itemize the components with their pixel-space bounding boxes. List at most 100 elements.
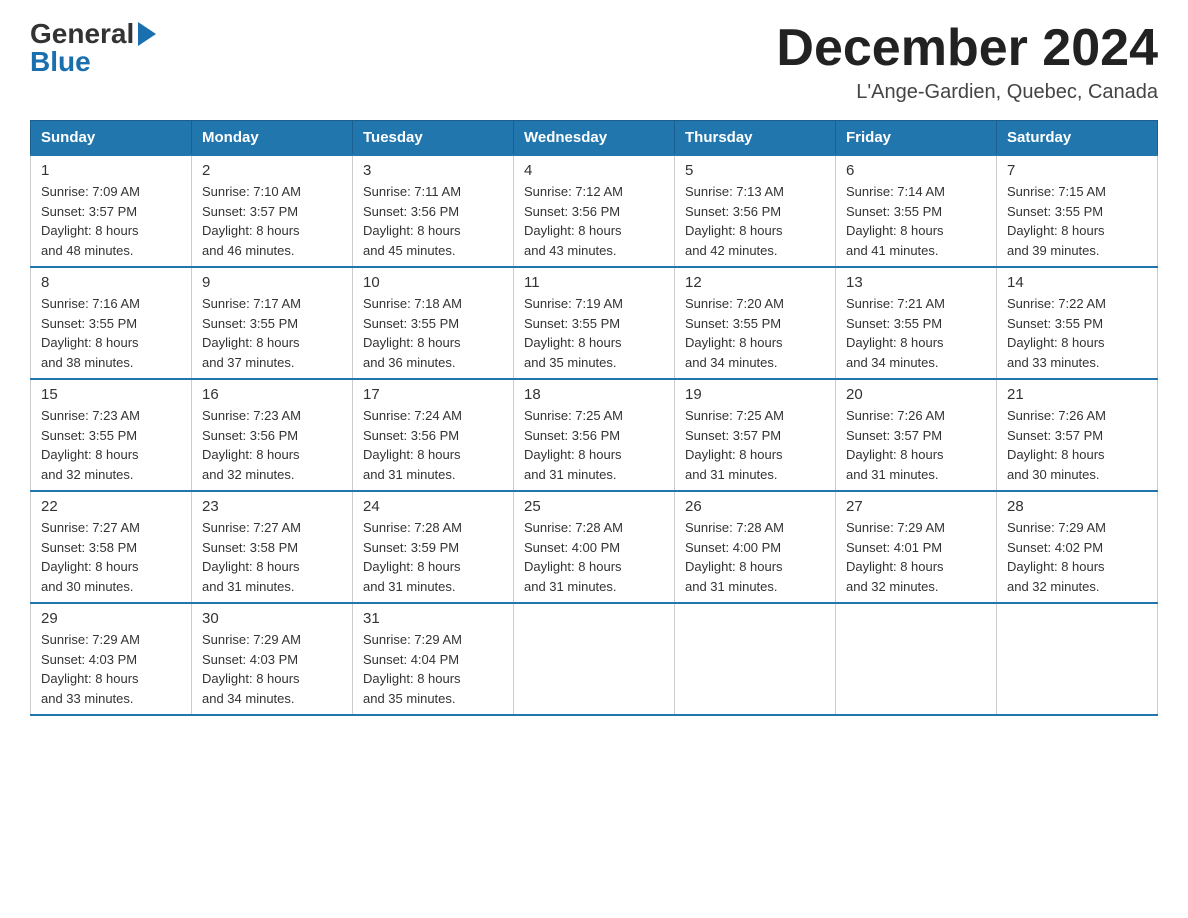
calendar-cell: 14 Sunrise: 7:22 AM Sunset: 3:55 PM Dayl… — [997, 267, 1158, 379]
calendar-week-3: 15 Sunrise: 7:23 AM Sunset: 3:55 PM Dayl… — [31, 379, 1158, 491]
logo-arrow-icon — [138, 22, 156, 46]
calendar-cell: 18 Sunrise: 7:25 AM Sunset: 3:56 PM Dayl… — [514, 379, 675, 491]
day-number: 21 — [1007, 386, 1147, 403]
day-number: 22 — [41, 498, 181, 515]
calendar-cell: 28 Sunrise: 7:29 AM Sunset: 4:02 PM Dayl… — [997, 491, 1158, 603]
day-number: 6 — [846, 162, 986, 179]
day-info: Sunrise: 7:26 AM Sunset: 3:57 PM Dayligh… — [1007, 406, 1147, 484]
calendar-cell: 8 Sunrise: 7:16 AM Sunset: 3:55 PM Dayli… — [31, 267, 192, 379]
calendar-cell: 23 Sunrise: 7:27 AM Sunset: 3:58 PM Dayl… — [192, 491, 353, 603]
day-info: Sunrise: 7:29 AM Sunset: 4:02 PM Dayligh… — [1007, 518, 1147, 596]
calendar-header-row: SundayMondayTuesdayWednesdayThursdayFrid… — [31, 121, 1158, 156]
calendar-cell: 16 Sunrise: 7:23 AM Sunset: 3:56 PM Dayl… — [192, 379, 353, 491]
calendar-cell: 24 Sunrise: 7:28 AM Sunset: 3:59 PM Dayl… — [353, 491, 514, 603]
day-number: 20 — [846, 386, 986, 403]
day-info: Sunrise: 7:28 AM Sunset: 4:00 PM Dayligh… — [685, 518, 825, 596]
day-info: Sunrise: 7:29 AM Sunset: 4:03 PM Dayligh… — [41, 630, 181, 708]
calendar-cell: 31 Sunrise: 7:29 AM Sunset: 4:04 PM Dayl… — [353, 603, 514, 715]
day-number: 8 — [41, 274, 181, 291]
day-info: Sunrise: 7:23 AM Sunset: 3:55 PM Dayligh… — [41, 406, 181, 484]
calendar-cell: 21 Sunrise: 7:26 AM Sunset: 3:57 PM Dayl… — [997, 379, 1158, 491]
day-info: Sunrise: 7:14 AM Sunset: 3:55 PM Dayligh… — [846, 182, 986, 260]
day-number: 12 — [685, 274, 825, 291]
day-number: 10 — [363, 274, 503, 291]
calendar-cell: 15 Sunrise: 7:23 AM Sunset: 3:55 PM Dayl… — [31, 379, 192, 491]
day-info: Sunrise: 7:17 AM Sunset: 3:55 PM Dayligh… — [202, 294, 342, 372]
calendar-cell: 19 Sunrise: 7:25 AM Sunset: 3:57 PM Dayl… — [675, 379, 836, 491]
calendar-cell — [997, 603, 1158, 715]
location: L'Ange-Gardien, Quebec, Canada — [776, 81, 1158, 104]
day-info: Sunrise: 7:21 AM Sunset: 3:55 PM Dayligh… — [846, 294, 986, 372]
calendar-week-2: 8 Sunrise: 7:16 AM Sunset: 3:55 PM Dayli… — [31, 267, 1158, 379]
day-info: Sunrise: 7:25 AM Sunset: 3:57 PM Dayligh… — [685, 406, 825, 484]
calendar-header-saturday: Saturday — [997, 121, 1158, 156]
day-number: 9 — [202, 274, 342, 291]
calendar-header-sunday: Sunday — [31, 121, 192, 156]
calendar-cell: 9 Sunrise: 7:17 AM Sunset: 3:55 PM Dayli… — [192, 267, 353, 379]
calendar-cell: 20 Sunrise: 7:26 AM Sunset: 3:57 PM Dayl… — [836, 379, 997, 491]
day-info: Sunrise: 7:23 AM Sunset: 3:56 PM Dayligh… — [202, 406, 342, 484]
calendar-cell: 30 Sunrise: 7:29 AM Sunset: 4:03 PM Dayl… — [192, 603, 353, 715]
calendar-header-tuesday: Tuesday — [353, 121, 514, 156]
day-info: Sunrise: 7:22 AM Sunset: 3:55 PM Dayligh… — [1007, 294, 1147, 372]
page-header: General Blue December 2024 L'Ange-Gardie… — [30, 20, 1158, 104]
calendar-cell — [836, 603, 997, 715]
day-info: Sunrise: 7:28 AM Sunset: 4:00 PM Dayligh… — [524, 518, 664, 596]
day-number: 31 — [363, 610, 503, 627]
calendar-week-1: 1 Sunrise: 7:09 AM Sunset: 3:57 PM Dayli… — [31, 155, 1158, 267]
calendar-cell: 13 Sunrise: 7:21 AM Sunset: 3:55 PM Dayl… — [836, 267, 997, 379]
day-info: Sunrise: 7:16 AM Sunset: 3:55 PM Dayligh… — [41, 294, 181, 372]
day-number: 5 — [685, 162, 825, 179]
logo-blue: Blue — [30, 48, 91, 76]
calendar-cell: 22 Sunrise: 7:27 AM Sunset: 3:58 PM Dayl… — [31, 491, 192, 603]
day-number: 11 — [524, 274, 664, 291]
day-info: Sunrise: 7:19 AM Sunset: 3:55 PM Dayligh… — [524, 294, 664, 372]
day-number: 30 — [202, 610, 342, 627]
month-title: December 2024 — [776, 20, 1158, 77]
day-number: 27 — [846, 498, 986, 515]
calendar-week-5: 29 Sunrise: 7:29 AM Sunset: 4:03 PM Dayl… — [31, 603, 1158, 715]
calendar-cell: 7 Sunrise: 7:15 AM Sunset: 3:55 PM Dayli… — [997, 155, 1158, 267]
calendar-cell: 25 Sunrise: 7:28 AM Sunset: 4:00 PM Dayl… — [514, 491, 675, 603]
calendar-cell: 12 Sunrise: 7:20 AM Sunset: 3:55 PM Dayl… — [675, 267, 836, 379]
day-number: 1 — [41, 162, 181, 179]
day-number: 17 — [363, 386, 503, 403]
day-number: 14 — [1007, 274, 1147, 291]
day-info: Sunrise: 7:27 AM Sunset: 3:58 PM Dayligh… — [202, 518, 342, 596]
calendar-cell: 4 Sunrise: 7:12 AM Sunset: 3:56 PM Dayli… — [514, 155, 675, 267]
calendar-cell: 17 Sunrise: 7:24 AM Sunset: 3:56 PM Dayl… — [353, 379, 514, 491]
day-info: Sunrise: 7:28 AM Sunset: 3:59 PM Dayligh… — [363, 518, 503, 596]
day-info: Sunrise: 7:29 AM Sunset: 4:03 PM Dayligh… — [202, 630, 342, 708]
calendar-cell: 27 Sunrise: 7:29 AM Sunset: 4:01 PM Dayl… — [836, 491, 997, 603]
day-info: Sunrise: 7:10 AM Sunset: 3:57 PM Dayligh… — [202, 182, 342, 260]
day-number: 19 — [685, 386, 825, 403]
day-info: Sunrise: 7:26 AM Sunset: 3:57 PM Dayligh… — [846, 406, 986, 484]
day-number: 18 — [524, 386, 664, 403]
calendar-cell: 3 Sunrise: 7:11 AM Sunset: 3:56 PM Dayli… — [353, 155, 514, 267]
calendar-header-thursday: Thursday — [675, 121, 836, 156]
day-number: 26 — [685, 498, 825, 515]
day-info: Sunrise: 7:18 AM Sunset: 3:55 PM Dayligh… — [363, 294, 503, 372]
calendar-week-4: 22 Sunrise: 7:27 AM Sunset: 3:58 PM Dayl… — [31, 491, 1158, 603]
day-number: 13 — [846, 274, 986, 291]
day-number: 3 — [363, 162, 503, 179]
calendar-header-monday: Monday — [192, 121, 353, 156]
day-info: Sunrise: 7:11 AM Sunset: 3:56 PM Dayligh… — [363, 182, 503, 260]
day-info: Sunrise: 7:09 AM Sunset: 3:57 PM Dayligh… — [41, 182, 181, 260]
day-number: 15 — [41, 386, 181, 403]
day-info: Sunrise: 7:12 AM Sunset: 3:56 PM Dayligh… — [524, 182, 664, 260]
calendar-table: SundayMondayTuesdayWednesdayThursdayFrid… — [30, 120, 1158, 716]
day-number: 4 — [524, 162, 664, 179]
day-info: Sunrise: 7:29 AM Sunset: 4:01 PM Dayligh… — [846, 518, 986, 596]
day-info: Sunrise: 7:13 AM Sunset: 3:56 PM Dayligh… — [685, 182, 825, 260]
day-number: 28 — [1007, 498, 1147, 515]
day-number: 7 — [1007, 162, 1147, 179]
day-info: Sunrise: 7:27 AM Sunset: 3:58 PM Dayligh… — [41, 518, 181, 596]
calendar-header-wednesday: Wednesday — [514, 121, 675, 156]
logo: General Blue — [30, 20, 156, 76]
day-number: 25 — [524, 498, 664, 515]
day-info: Sunrise: 7:24 AM Sunset: 3:56 PM Dayligh… — [363, 406, 503, 484]
calendar-cell: 6 Sunrise: 7:14 AM Sunset: 3:55 PM Dayli… — [836, 155, 997, 267]
day-number: 29 — [41, 610, 181, 627]
day-number: 24 — [363, 498, 503, 515]
